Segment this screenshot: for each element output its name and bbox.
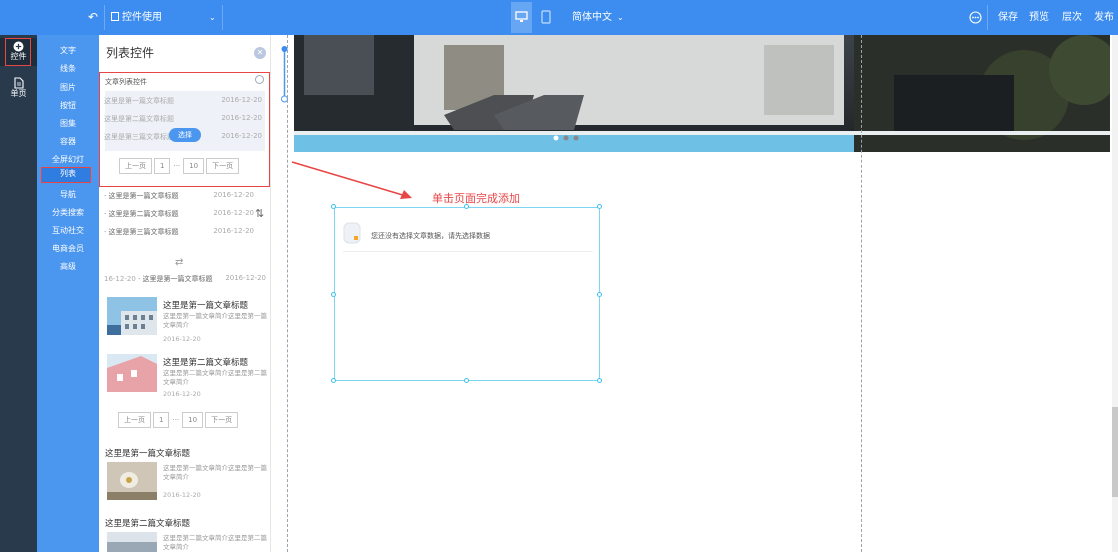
resize-handle[interactable]	[597, 378, 602, 383]
article-summary: 这里是第二篇文章简介这里是第二篇文章简介	[163, 369, 267, 386]
list-item: 这里是第一篇文章标题 2016-12-20	[104, 96, 262, 105]
article-date: 2016-12-20	[163, 335, 201, 343]
article-summary: 这里是第一篇文章简介这里是第一篇文章简介	[163, 464, 267, 481]
publish-button[interactable]: 发布	[1094, 0, 1114, 35]
category-button[interactable]: 按钮	[37, 100, 99, 111]
list-item[interactable]: · 这里是第三篇文章标题 2016-12-20	[104, 227, 254, 237]
close-icon[interactable]: ✕	[254, 47, 266, 59]
resize-handle[interactable]	[331, 204, 336, 209]
resize-handle[interactable]	[464, 378, 469, 383]
resize-handle[interactable]	[597, 292, 602, 297]
annotation-text: 单击页面完成添加	[432, 192, 520, 205]
document-icon	[343, 222, 361, 244]
article-list-widget[interactable]: 文章列表控件 这里是第一篇文章标题 2016-12-20 这里是第二篇文章标题 20…	[99, 72, 270, 187]
article-title[interactable]: 这里是第二篇文章标题	[105, 517, 190, 529]
prev-page-button[interactable]: 上一页	[118, 412, 151, 428]
category-image[interactable]: 图片	[37, 82, 99, 93]
list-item[interactable]: · 这里是第一篇文章标题 2016-12-20	[104, 191, 254, 201]
swap-icon: ⇄	[175, 257, 184, 268]
panel-title: 列表控件	[106, 46, 155, 60]
category-list[interactable]: 列表	[37, 167, 99, 183]
next-page-button[interactable]: 下一页	[205, 412, 239, 428]
page-ellipsis: ···	[172, 159, 182, 175]
article-summary: 这里是第一篇文章简介这里是第一篇文章简介	[163, 312, 267, 329]
annotation-arrow	[291, 161, 412, 199]
vertical-slider[interactable]	[277, 35, 292, 105]
mobile-view-icon[interactable]	[541, 10, 551, 24]
page-scrollbar[interactable]	[1112, 35, 1118, 552]
resize-handle[interactable]	[597, 204, 602, 209]
category-slideshow[interactable]: 全屏幻灯	[37, 154, 99, 165]
page-selector-label: 控件使用	[122, 12, 162, 23]
category-list-label: 列表	[60, 169, 76, 178]
list-item[interactable]: 16-12-20 · 这里是第一篇文章标题 2016-12-20	[104, 274, 266, 284]
category-column: 文字 线条 图片 按钮 图集 容器 全屏幻灯 列表 导航 分类搜索 互动社交 电…	[37, 35, 99, 552]
article-title[interactable]: 这里是第二篇文章标题	[163, 356, 267, 368]
widget-title: 文章列表控件	[105, 78, 147, 86]
top-toolbar: ↶ 控件使用 ⌄ 简体中文 ⌄ 保存 预览 层次 发布	[0, 0, 1118, 35]
article-thumbnail	[107, 297, 157, 335]
article-thumbnail	[107, 354, 157, 392]
pager: 上一页 1 ··· 10 下一页	[119, 158, 241, 175]
more-icon[interactable]	[969, 11, 982, 24]
last-page-button[interactable]: 10	[183, 158, 205, 174]
page-number[interactable]: 1	[154, 158, 171, 174]
select-badge[interactable]: 选择	[169, 128, 201, 142]
page-ellipsis: ···	[171, 413, 181, 429]
placeholder-header: 您还没有选择文章数据，请先选择数据	[343, 216, 593, 252]
sort-icon[interactable]: ⇅	[255, 207, 264, 220]
category-container[interactable]: 容器	[37, 136, 99, 147]
prev-page-button[interactable]: 上一页	[119, 158, 152, 174]
widget-panel: 列表控件 ✕ 文章列表控件 这里是第一篇文章标题 2016-12-20 这里是第二…	[99, 35, 271, 552]
list-item: 这里是第二篇文章标题 2016-12-20	[104, 114, 262, 123]
language-label: 简体中文	[572, 12, 612, 23]
left-rail: 控件 单页	[0, 35, 37, 552]
last-page-button[interactable]: 10	[182, 412, 204, 428]
category-search[interactable]: 分类搜索	[37, 207, 99, 218]
preview-button[interactable]: 预览	[1029, 0, 1049, 35]
category-text[interactable]: 文字	[37, 45, 99, 56]
article-title[interactable]: 这里是第一篇文章标题	[163, 299, 267, 311]
layout-guide-right	[861, 35, 862, 552]
article-thumbnail	[107, 462, 157, 500]
resize-handle[interactable]	[331, 378, 336, 383]
resize-handle[interactable]	[331, 292, 336, 297]
save-button[interactable]: 保存	[998, 0, 1018, 35]
chevron-down-icon: ⌄	[617, 13, 624, 22]
layout-guide-left	[287, 35, 288, 552]
rail-item-widgets[interactable]: 控件	[0, 38, 37, 66]
category-member[interactable]: 电商会员	[37, 243, 99, 254]
rail-item-pages[interactable]: 单页	[0, 77, 37, 103]
list-item[interactable]: · 这里是第二篇文章标题 2016-12-20	[104, 209, 254, 219]
language-selector[interactable]: 简体中文 ⌄	[572, 0, 624, 35]
empty-message: 您还没有选择文章数据，请先选择数据	[371, 232, 490, 240]
category-nav[interactable]: 导航	[37, 189, 99, 200]
article-date: 2016-12-20	[163, 491, 201, 499]
hero-banner-image[interactable]	[294, 35, 1110, 152]
article-date: 2016-12-20	[163, 390, 201, 398]
article-list-placeholder[interactable]: 您还没有选择文章数据，请先选择数据	[334, 207, 600, 381]
document-icon	[13, 77, 24, 89]
pager: 上一页 1 ··· 10 下一页	[118, 412, 240, 429]
undo-icon[interactable]: ↶	[88, 0, 98, 35]
scrollbar-thumb[interactable]	[1112, 407, 1118, 497]
article-thumbnail	[107, 532, 157, 552]
resize-handle[interactable]	[464, 204, 469, 209]
layer-button[interactable]: 层次	[1062, 0, 1082, 35]
category-advanced[interactable]: 高级	[37, 261, 99, 272]
article-summary: 这里是第二篇文章简介这里是第二篇文章简介	[163, 534, 267, 551]
category-social[interactable]: 互动社交	[37, 225, 99, 236]
rail-item-label: 单页	[10, 89, 27, 98]
page-number[interactable]: 1	[153, 412, 170, 428]
page-icon	[111, 12, 119, 21]
article-title[interactable]: 这里是第一篇文章标题	[105, 447, 190, 459]
next-page-button[interactable]: 下一页	[206, 158, 240, 174]
category-gallery[interactable]: 图集	[37, 118, 99, 129]
category-line[interactable]: 线条	[37, 63, 99, 74]
chevron-down-icon[interactable]: ⌄	[209, 0, 216, 35]
page-selector[interactable]: 控件使用	[111, 0, 162, 35]
desktop-icon	[515, 11, 528, 22]
